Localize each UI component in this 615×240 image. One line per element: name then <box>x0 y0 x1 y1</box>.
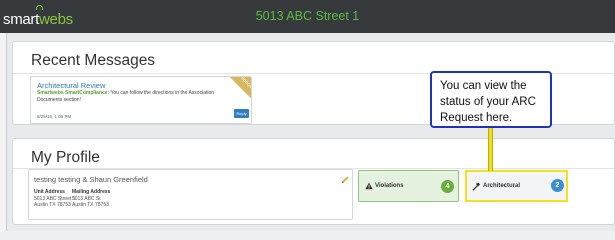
message-sender: Smartwebs SmartCompliance: <box>37 90 110 96</box>
callout-connector <box>488 128 493 171</box>
tutorial-callout: You can view the status of your ARC Requ… <box>430 71 552 128</box>
reply-button[interactable]: Reply <box>234 109 249 118</box>
violations-label: Violations <box>375 183 404 189</box>
top-navigation-bar: smartwebs 5013 ABC Street 1 <box>0 0 615 33</box>
message-body: Smartwebs SmartCompliance: You can follo… <box>37 90 233 104</box>
unit-address-title: 5013 ABC Street 1 <box>255 9 360 23</box>
my-profile-heading: My Profile <box>31 149 100 166</box>
warning-icon <box>365 182 373 190</box>
callout-text: You can view the status of your ARC Requ… <box>440 80 536 124</box>
mailing-address-line2: Austin TX 78753 <box>72 202 109 208</box>
unit-address-line2: Austin TX 78753 <box>34 202 71 208</box>
owner-names: testing testing & Shaun Greenfield <box>34 175 148 184</box>
mailing-address-heading: Mailing Address <box>72 189 111 195</box>
unit-address-block: Unit Address 5013 ABC Street 1 Austin TX… <box>34 189 75 209</box>
mailing-address-block: Mailing Address 5013 ABC St Austin TX 78… <box>72 189 110 209</box>
pencil-icon[interactable] <box>341 175 350 184</box>
violations-count-badge: 4 <box>441 180 454 193</box>
architectural-label: Architectural <box>483 183 521 189</box>
hammer-icon <box>472 182 481 191</box>
violations-tile[interactable]: Violations 4 <box>358 170 459 202</box>
recent-messages-heading: Recent Messages <box>31 52 156 69</box>
message-date: 8/25/15, 1:05 PM <box>37 114 72 119</box>
message-title[interactable]: Architectural Review <box>37 81 105 90</box>
architectural-count-badge: 2 <box>551 179 564 192</box>
architectural-tile[interactable]: Architectural 2 <box>465 170 568 202</box>
profile-card: testing testing & Shaun Greenfield Unit … <box>28 169 353 220</box>
message-card[interactable]: Architectural Review Smartwebs SmartComp… <box>30 76 252 124</box>
